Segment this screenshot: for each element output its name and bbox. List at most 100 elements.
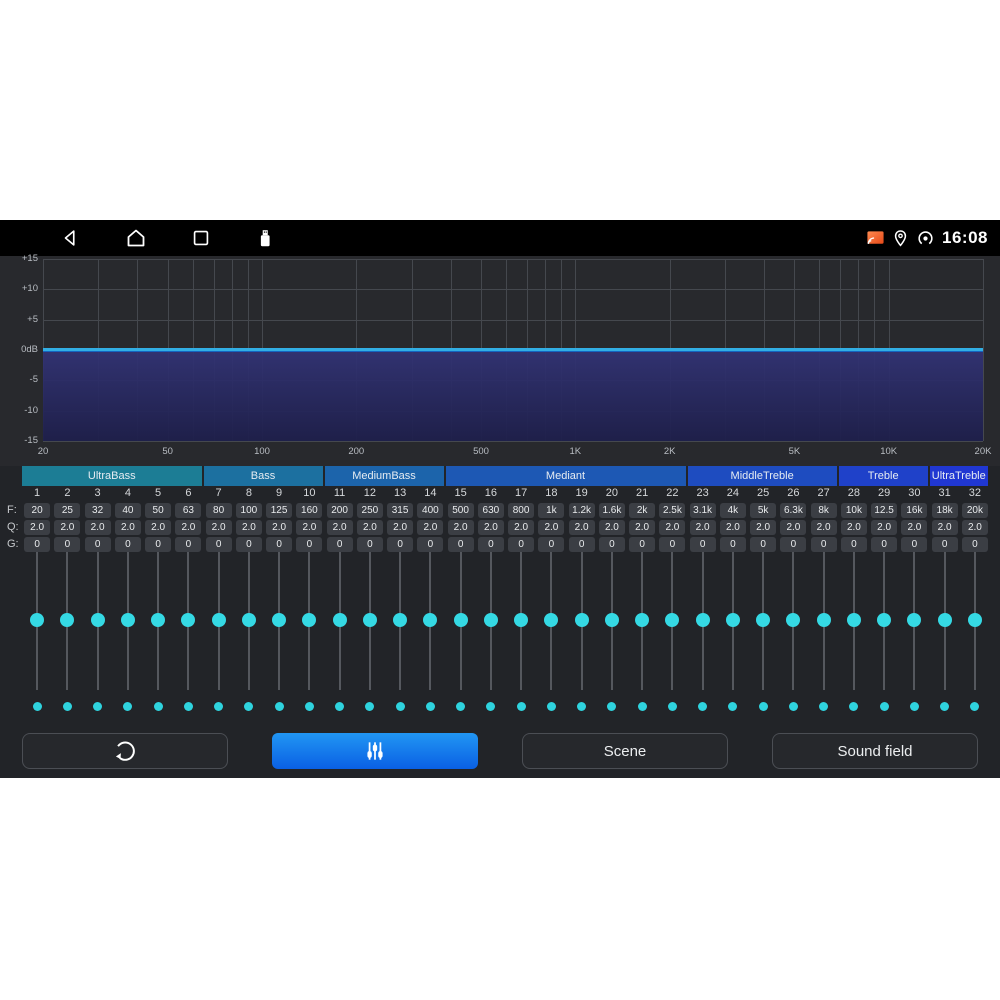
status-bar: 16:08 bbox=[0, 220, 1000, 256]
band-23-slider-thumb[interactable] bbox=[696, 613, 710, 627]
band-29-f-value: 12.5 bbox=[871, 503, 897, 518]
band-13-slider-thumb[interactable] bbox=[393, 613, 407, 627]
band-2-slider-thumb[interactable] bbox=[60, 613, 74, 627]
band-number: 19 bbox=[567, 487, 597, 499]
band-5-slider-thumb[interactable] bbox=[151, 613, 165, 627]
band-7-slider-thumb[interactable] bbox=[212, 613, 226, 627]
band-number: 24 bbox=[718, 487, 748, 499]
band-19-q-value: 2.0 bbox=[569, 520, 595, 535]
band-number: 7 bbox=[204, 487, 234, 499]
band-number: 25 bbox=[748, 487, 778, 499]
recents-icon[interactable] bbox=[190, 227, 212, 249]
band-group-ultratreble[interactable]: UltraTreble bbox=[930, 466, 989, 486]
band-group-middletreble[interactable]: MiddleTreble bbox=[688, 466, 837, 486]
band-16-slider-thumb[interactable] bbox=[484, 613, 498, 627]
band-number: 14 bbox=[415, 487, 445, 499]
scene-button[interactable]: Scene bbox=[522, 733, 728, 769]
band-5-f-value: 50 bbox=[145, 503, 171, 518]
y-axis-label: +15 bbox=[0, 254, 38, 264]
band-6-f-value: 63 bbox=[175, 503, 201, 518]
band-25-slider-thumb[interactable] bbox=[756, 613, 770, 627]
band-6-slider-thumb[interactable] bbox=[181, 613, 195, 627]
band-13-q-value: 2.0 bbox=[387, 520, 413, 535]
band-31-slider-thumb[interactable] bbox=[938, 613, 952, 627]
band-3-indicator-dot bbox=[93, 702, 102, 711]
band-number: 9 bbox=[264, 487, 294, 499]
reset-button[interactable] bbox=[22, 733, 228, 769]
band-18-q-value: 2.0 bbox=[538, 520, 564, 535]
band-number: 11 bbox=[325, 487, 355, 499]
band-28-slider-thumb[interactable] bbox=[847, 613, 861, 627]
band-14-slider-thumb[interactable] bbox=[423, 613, 437, 627]
band-11-slider-thumb[interactable] bbox=[333, 613, 347, 627]
back-icon[interactable] bbox=[60, 227, 82, 249]
band-number: 10 bbox=[294, 487, 324, 499]
band-group-bass[interactable]: Bass bbox=[204, 466, 323, 486]
grid-line-vertical bbox=[983, 259, 984, 441]
band-24-q-value: 2.0 bbox=[720, 520, 746, 535]
band-28-q-value: 2.0 bbox=[841, 520, 867, 535]
sound-field-button[interactable]: Sound field bbox=[772, 733, 978, 769]
band-2-f-value: 25 bbox=[54, 503, 80, 518]
band-31-indicator-dot bbox=[940, 702, 949, 711]
home-icon[interactable] bbox=[124, 226, 148, 250]
band-27-slider-thumb[interactable] bbox=[817, 613, 831, 627]
band-26-indicator-dot bbox=[789, 702, 798, 711]
band-24-indicator-dot bbox=[728, 702, 737, 711]
band-30-slider-thumb[interactable] bbox=[907, 613, 921, 627]
band-25-q-value: 2.0 bbox=[750, 520, 776, 535]
band-9-f-value: 125 bbox=[266, 503, 292, 518]
band-20-q-value: 2.0 bbox=[599, 520, 625, 535]
x-axis-label: 10K bbox=[874, 446, 904, 457]
band-10-f-value: 160 bbox=[296, 503, 322, 518]
band-18-slider-thumb[interactable] bbox=[544, 613, 558, 627]
band-3-f-value: 32 bbox=[85, 503, 111, 518]
band-28-f-value: 10k bbox=[841, 503, 867, 518]
band-10-slider-thumb[interactable] bbox=[302, 613, 316, 627]
band-17-slider-thumb[interactable] bbox=[514, 613, 528, 627]
usb-drive-icon[interactable] bbox=[254, 226, 276, 250]
cast-icon bbox=[866, 229, 885, 247]
band-number: 22 bbox=[657, 487, 687, 499]
band-group-ultrabass[interactable]: UltraBass bbox=[22, 466, 202, 486]
band-12-slider-thumb[interactable] bbox=[363, 613, 377, 627]
band-9-slider-thumb[interactable] bbox=[272, 613, 286, 627]
band-19-slider-thumb[interactable] bbox=[575, 613, 589, 627]
band-3-slider-thumb[interactable] bbox=[91, 613, 105, 627]
band-10-q-value: 2.0 bbox=[296, 520, 322, 535]
band-1-slider-thumb[interactable] bbox=[30, 613, 44, 627]
y-axis-label: -15 bbox=[0, 436, 38, 446]
clock: 16:08 bbox=[942, 228, 988, 248]
band-27-f-value: 8k bbox=[811, 503, 837, 518]
band-15-slider-thumb[interactable] bbox=[454, 613, 468, 627]
band-group-mediumbass[interactable]: MediumBass bbox=[325, 466, 444, 486]
frequency-row-label: F: bbox=[7, 503, 17, 518]
band-24-slider-thumb[interactable] bbox=[726, 613, 740, 627]
band-group-treble[interactable]: Treble bbox=[839, 466, 928, 486]
band-8-slider-thumb[interactable] bbox=[242, 613, 256, 627]
band-29-slider-thumb[interactable] bbox=[877, 613, 891, 627]
band-26-f-value: 6.3k bbox=[780, 503, 806, 518]
band-number: 6 bbox=[173, 487, 203, 499]
band-5-q-value: 2.0 bbox=[145, 520, 171, 535]
band-21-slider-thumb[interactable] bbox=[635, 613, 649, 627]
reset-icon bbox=[112, 738, 138, 764]
band-20-slider-thumb[interactable] bbox=[605, 613, 619, 627]
band-27-q-value: 2.0 bbox=[811, 520, 837, 535]
band-number: 18 bbox=[536, 487, 566, 499]
band-18-indicator-dot bbox=[547, 702, 556, 711]
grid-line-horizontal bbox=[43, 289, 983, 290]
x-axis-label: 1K bbox=[560, 446, 590, 457]
band-4-slider-thumb[interactable] bbox=[121, 613, 135, 627]
band-32-slider-thumb[interactable] bbox=[968, 613, 982, 627]
band-14-indicator-dot bbox=[426, 702, 435, 711]
band-group-mediant[interactable]: Mediant bbox=[446, 466, 686, 486]
band-11-indicator-dot bbox=[335, 702, 344, 711]
equalizer-button[interactable] bbox=[272, 733, 478, 769]
band-21-f-value: 2k bbox=[629, 503, 655, 518]
band-26-slider-thumb[interactable] bbox=[786, 613, 800, 627]
x-axis-label: 200 bbox=[341, 446, 371, 457]
band-number: 28 bbox=[839, 487, 869, 499]
band-32-f-value: 20k bbox=[962, 503, 988, 518]
band-22-slider-thumb[interactable] bbox=[665, 613, 679, 627]
